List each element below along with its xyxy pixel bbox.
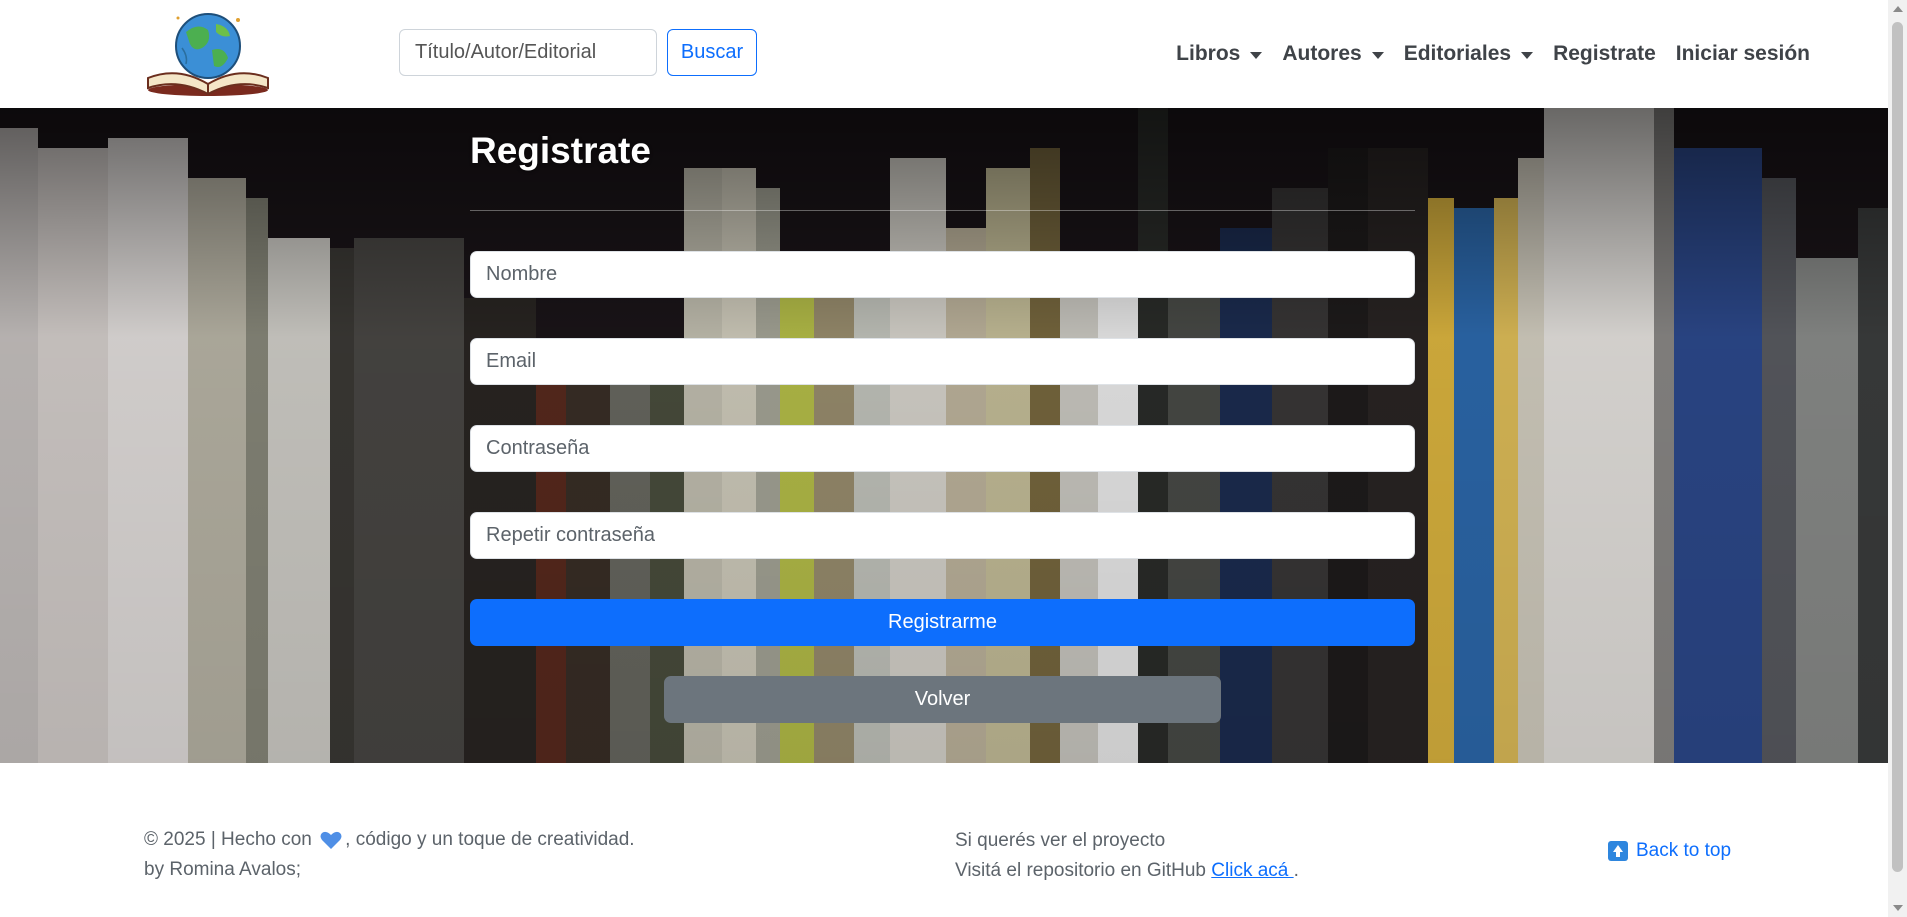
password-field[interactable] <box>470 425 1415 472</box>
scroll-up-arrow-icon[interactable] <box>1893 6 1903 12</box>
scroll-down-arrow-icon[interactable] <box>1893 905 1903 911</box>
heart-icon <box>320 831 342 849</box>
nav-libros-label: Libros <box>1176 42 1241 65</box>
name-field[interactable] <box>470 251 1415 298</box>
nav-libros-dropdown[interactable]: Libros <box>1166 42 1272 66</box>
repo-text: Visitá el repositorio en GitHub <box>955 860 1206 881</box>
project-line: Si querés ver el proyecto <box>955 830 1166 851</box>
author-text: by Romina Avalos; <box>144 859 302 880</box>
page-scrollbar[interactable] <box>1888 0 1907 917</box>
navbar: Buscar Libros Autores Editoriales Regist… <box>0 0 1888 108</box>
nav-editoriales-dropdown[interactable]: Editoriales <box>1394 42 1543 66</box>
hero-section: Registrate Registrarme Volver <box>0 108 1888 763</box>
email-field[interactable] <box>470 338 1415 385</box>
footer: © 2025 | Hecho con , código y un toque d… <box>0 763 1888 917</box>
search-input[interactable] <box>399 29 657 76</box>
back-to-top-label: Back to top <box>1636 840 1732 861</box>
back-to-top-link[interactable]: Back to top <box>1608 840 1731 862</box>
chevron-down-icon <box>1250 51 1263 59</box>
arrow-up-icon <box>1608 841 1628 861</box>
page-title: Registrate <box>470 130 651 171</box>
repo-suffix: . <box>1293 860 1299 881</box>
nav-autores-dropdown[interactable]: Autores <box>1272 42 1393 66</box>
footer-credits: © 2025 | Hecho con , código y un toque d… <box>144 825 635 885</box>
main-nav: Libros Autores Editoriales Registrate In… <box>1166 0 1820 108</box>
globe-on-book-logo[interactable] <box>142 8 274 98</box>
title-divider <box>470 210 1415 211</box>
nav-editoriales-label: Editoriales <box>1403 42 1512 65</box>
search-button[interactable]: Buscar <box>667 29 757 76</box>
nav-login-link[interactable]: Iniciar sesión <box>1666 42 1820 66</box>
nav-registrate-link[interactable]: Registrate <box>1543 42 1666 66</box>
repeat-password-field[interactable] <box>470 512 1415 559</box>
nav-login-label: Iniciar sesión <box>1675 42 1810 65</box>
register-submit-button[interactable]: Registrarme <box>470 599 1415 646</box>
chevron-down-icon <box>1371 51 1384 59</box>
repo-link[interactable]: Click acá <box>1211 860 1293 881</box>
chevron-down-icon <box>1521 51 1534 59</box>
copyright-text: © 2025 | Hecho con <box>144 829 312 850</box>
nav-autores-label: Autores <box>1282 42 1362 65</box>
nav-registrate-label: Registrate <box>1553 42 1656 65</box>
footer-repo: Si querés ver el proyecto Visitá el repo… <box>955 826 1299 886</box>
scrollbar-thumb[interactable] <box>1892 22 1903 872</box>
back-button[interactable]: Volver <box>664 676 1221 723</box>
copyright-suffix: , código y un toque de creatividad. <box>345 829 635 850</box>
